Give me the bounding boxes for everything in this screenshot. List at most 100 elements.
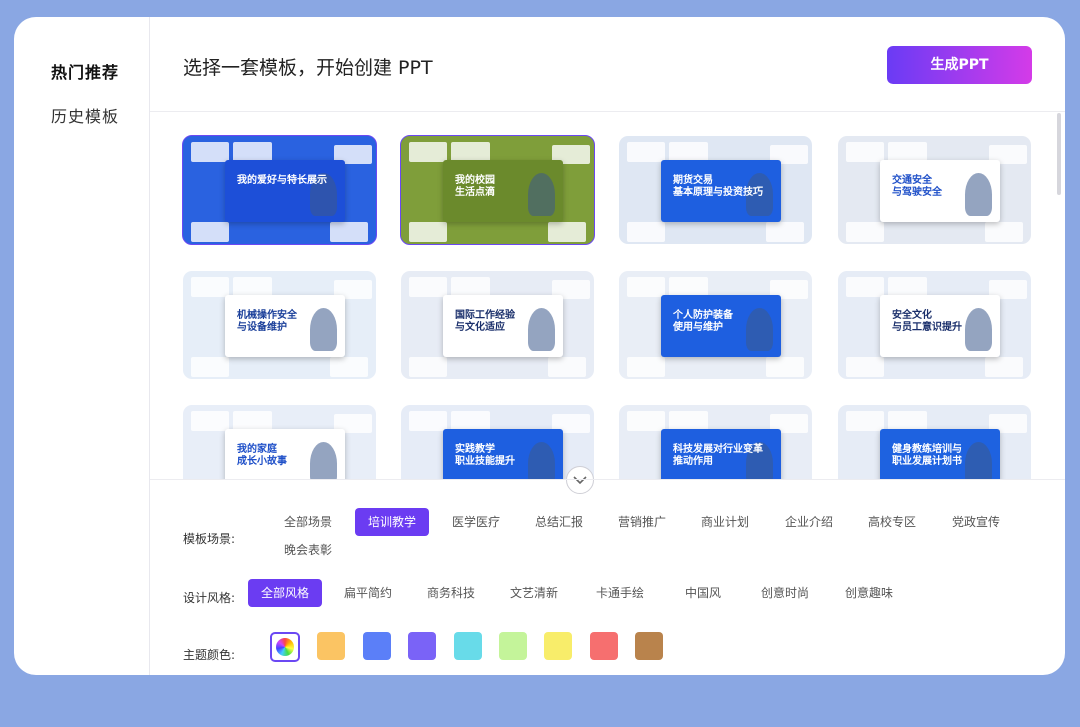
scene-chip[interactable]: 高校专区 [855, 508, 929, 536]
scene-chip[interactable]: 企业介绍 [772, 508, 846, 536]
scene-chip[interactable]: 总结汇报 [522, 508, 596, 536]
thumbnail-mini-slide [669, 142, 708, 162]
sidebar-item-history[interactable]: 历史模板 [51, 103, 119, 127]
template-thumbnail[interactable]: 实践教学 职业技能提升 [401, 405, 594, 479]
thumbnail-mini-slide [547, 357, 587, 377]
color-swatch[interactable] [635, 632, 663, 660]
template-picker-card: 热门推荐 历史模板 选择一套模板，开始创建 PPT 生成PPT 我的爱好与特长展… [14, 17, 1065, 675]
style-chip[interactable]: 全部风格 [248, 579, 323, 607]
template-thumbnail[interactable]: 个人防护装备 使用与维护 [619, 271, 812, 379]
template-thumbnail[interactable]: 我的爱好与特长展示 [182, 135, 377, 245]
color-swatch[interactable] [499, 632, 527, 660]
style-chip[interactable]: 中国风 [672, 579, 734, 607]
thumbnail-mini-slide [408, 411, 448, 431]
thumbnail-mini-slide [233, 411, 272, 431]
scene-chip[interactable]: 全部场景 [271, 508, 345, 536]
scene-chip[interactable]: 医学医疗 [439, 508, 513, 536]
color-swatch[interactable] [590, 632, 618, 660]
thumbnail-title: 我的爱好与特长展示 [237, 174, 328, 186]
thumbnail-mini-slide [669, 411, 708, 431]
thumbnail-photo [746, 307, 774, 351]
scene-filter-label: 模板场景: [183, 532, 236, 546]
thumbnail-mini-slide [845, 142, 885, 162]
template-thumbnail[interactable]: 安全文化 与员工意识提升 [838, 271, 1031, 379]
scene-chip[interactable]: 晚会表彰 [271, 536, 345, 564]
thumbnail-title: 科技发展对行业变革 推动作用 [673, 443, 764, 467]
thumbnail-mini-slide [408, 222, 448, 242]
thumbnail-photo [965, 307, 993, 351]
thumbnail-mini-slide [626, 142, 666, 162]
thumbnail-photo [528, 172, 556, 216]
color-swatch[interactable] [544, 632, 572, 660]
thumbnail-title: 期货交易 基本原理与投资技巧 [673, 174, 764, 198]
scrollbar[interactable] [1057, 113, 1061, 195]
thumbnail-mini-slide [451, 411, 490, 431]
thumbnail-mini-slide [888, 411, 927, 431]
template-thumbnail[interactable]: 国际工作经验 与文化适应 [401, 271, 594, 379]
thumbnail-mini-slide [765, 222, 805, 242]
thumbnail-mini-slide [190, 142, 230, 162]
thumbnail-title: 实践教学 职业技能提升 [455, 443, 516, 467]
thumbnail-mini-slide [547, 222, 587, 242]
thumbnail-title: 国际工作经验 与文化适应 [455, 309, 516, 333]
thumbnail-photo [310, 307, 338, 351]
thumbnail-mini-slide [626, 411, 666, 431]
scene-chip[interactable]: 党政宣传 [939, 508, 1013, 536]
template-thumbnail[interactable]: 机械操作安全 与设备维护 [183, 271, 376, 379]
thumbnail-mini-slide [190, 357, 230, 377]
template-grid: 我的爱好与特长展示 我的校园 生活点滴 期货交易 基本原理与投资技巧 交通安全 与驾驶… [150, 113, 1065, 479]
color-filter-label: 主题颜色: [183, 648, 236, 662]
thumbnail-title: 我的家庭 成长小故事 [237, 443, 288, 467]
sidebar: 热门推荐 历史模板 [14, 17, 150, 675]
thumbnail-mini-slide [845, 277, 885, 297]
style-chip[interactable]: 卡通手绘 [583, 579, 657, 607]
color-swatch[interactable] [363, 632, 391, 660]
color-swatch-all[interactable] [270, 632, 300, 662]
generate-ppt-button[interactable]: 生成PPT [887, 46, 1032, 84]
thumbnail-mini-slide [408, 142, 448, 162]
scene-chip[interactable]: 培训教学 [355, 508, 430, 536]
sidebar-item-hot[interactable]: 热门推荐 [51, 59, 119, 83]
thumbnail-mini-slide [669, 277, 708, 297]
thumbnail-mini-slide [626, 357, 666, 377]
thumbnail-mini-slide [451, 142, 490, 162]
thumbnail-mini-slide [190, 277, 230, 297]
style-chip[interactable]: 创意时尚 [748, 579, 822, 607]
color-wheel-icon [276, 638, 294, 656]
scene-chip[interactable]: 商业计划 [688, 508, 762, 536]
color-swatch[interactable] [317, 632, 345, 660]
thumbnail-mini-slide [845, 357, 885, 377]
thumbnail-mini-slide [984, 357, 1024, 377]
template-thumbnail[interactable]: 期货交易 基本原理与投资技巧 [619, 136, 812, 244]
thumbnail-mini-slide [408, 277, 448, 297]
color-swatch[interactable] [408, 632, 436, 660]
thumbnail-mini-slide [451, 277, 490, 297]
thumbnail-title: 机械操作安全 与设备维护 [237, 309, 298, 333]
template-thumbnail[interactable]: 健身教练培训与 职业发展计划书 [838, 405, 1031, 479]
style-chip[interactable]: 文艺清新 [497, 579, 571, 607]
thumbnail-mini-slide [845, 222, 885, 242]
thumbnail-mini-slide [888, 277, 927, 297]
page-title: 选择一套模板，开始创建 PPT [183, 57, 433, 79]
thumbnail-mini-slide [190, 222, 230, 242]
template-thumbnail[interactable]: 交通安全 与驾驶安全 [838, 136, 1031, 244]
thumbnail-mini-slide [233, 277, 272, 297]
thumbnail-title: 交通安全 与驾驶安全 [892, 174, 943, 198]
template-thumbnail[interactable]: 科技发展对行业变革 推动作用 [619, 405, 812, 479]
color-swatch[interactable] [454, 632, 482, 660]
template-thumbnail[interactable]: 我的校园 生活点滴 [400, 135, 595, 245]
thumbnail-mini-slide [888, 142, 927, 162]
style-chip[interactable]: 扁平简约 [331, 579, 405, 607]
style-filter-label: 设计风格: [183, 591, 236, 605]
thumbnail-mini-slide [765, 357, 805, 377]
style-chip[interactable]: 创意趣味 [832, 579, 906, 607]
thumbnail-mini-slide [408, 357, 448, 377]
thumbnail-mini-slide [626, 277, 666, 297]
thumbnail-title: 我的校园 生活点滴 [455, 174, 496, 198]
thumbnail-photo [528, 307, 556, 351]
style-chip[interactable]: 商务科技 [414, 579, 488, 607]
template-thumbnail[interactable]: 我的家庭 成长小故事 [183, 405, 376, 479]
scene-chip[interactable]: 营销推广 [605, 508, 679, 536]
thumbnail-mini-slide [845, 411, 885, 431]
thumbnail-mini-slide [984, 222, 1024, 242]
